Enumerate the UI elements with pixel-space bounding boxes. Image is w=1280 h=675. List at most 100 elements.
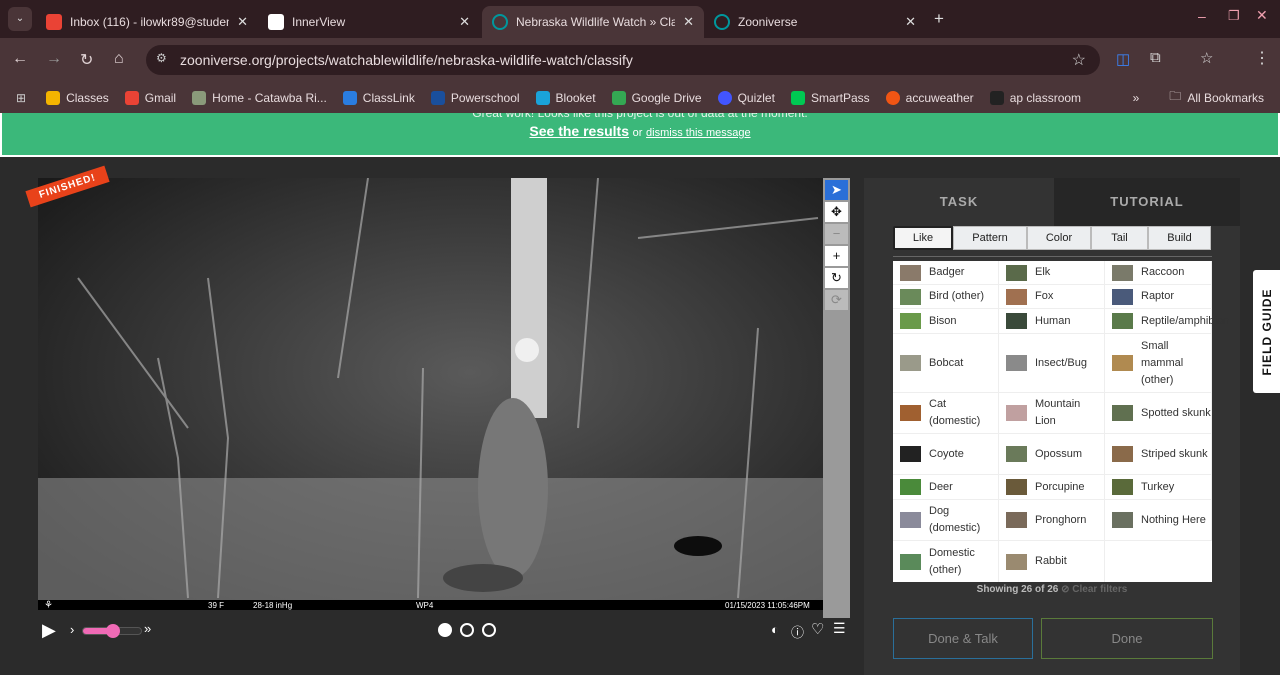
choice-cat-domestic-[interactable]: Cat (domestic): [893, 393, 999, 434]
tab-nebraska-wildlife-watch[interactable]: Nebraska Wildlife Watch » Classify✕: [482, 6, 704, 38]
home-icon[interactable]: ⌂: [114, 50, 124, 68]
pan-tool[interactable]: ✥: [825, 202, 848, 222]
choice-elk[interactable]: Elk: [999, 261, 1105, 285]
field-guide-button[interactable]: FIELD GUIDE: [1253, 270, 1280, 393]
choice-human[interactable]: Human: [999, 309, 1105, 334]
bookmark-accuweather[interactable]: accuweather: [885, 90, 974, 105]
extensions-icon[interactable]: ⧉: [1150, 49, 1161, 66]
bookmark-classes[interactable]: Classes: [46, 90, 109, 105]
all-bookmarks[interactable]: 🗀 All Bookmarks: [1169, 87, 1264, 108]
close-icon[interactable]: ✕: [459, 14, 470, 30]
choice-small-mammal-other-[interactable]: Small mammal (other): [1105, 334, 1212, 393]
species-thumbnail-icon: [1112, 288, 1133, 305]
choice-turkey[interactable]: Turkey: [1105, 475, 1212, 500]
play-button[interactable]: ▶: [42, 620, 56, 641]
bookmark-powerschool[interactable]: Powerschool: [430, 90, 520, 105]
done-and-talk-button[interactable]: Done & Talk: [893, 618, 1033, 659]
choice-pronghorn[interactable]: Pronghorn: [999, 500, 1105, 541]
choice-opossum[interactable]: Opossum: [999, 434, 1105, 475]
minimize-button[interactable]: –: [1198, 8, 1206, 24]
new-tab-button[interactable]: +: [934, 9, 944, 29]
frame-dot-3[interactable]: [482, 623, 496, 637]
choice-deer[interactable]: Deer: [893, 475, 999, 500]
see-results-link[interactable]: See the results: [529, 123, 629, 139]
bookmark-quizlet[interactable]: Quizlet: [717, 90, 775, 105]
choice-rabbit[interactable]: Rabbit: [999, 541, 1105, 582]
filter-pattern[interactable]: Pattern: [953, 226, 1027, 250]
filter-tail[interactable]: Tail: [1091, 226, 1148, 250]
faster-icon: »: [144, 621, 152, 636]
tab-tutorial[interactable]: TUTORIAL: [1054, 178, 1240, 226]
back-icon[interactable]: ←: [12, 50, 28, 68]
bookmarks-icon[interactable]: ☆: [1200, 49, 1213, 67]
address-bar[interactable]: ⚙ zooniverse.org/projects/watchablewildl…: [146, 45, 1100, 75]
tab-zooniverse[interactable]: Zooniverse ✕: [704, 6, 926, 38]
choice-raccoon[interactable]: Raccoon: [1105, 261, 1212, 285]
restore-button[interactable]: ❐: [1228, 8, 1240, 24]
bookmark-ap-classroom[interactable]: ap classroom: [989, 90, 1081, 105]
pointer-tool[interactable]: ➤: [825, 180, 848, 200]
filter-build[interactable]: Build: [1148, 226, 1211, 250]
speed-slider[interactable]: [82, 624, 142, 638]
choice-porcupine[interactable]: Porcupine: [999, 475, 1105, 500]
zoom-in-button[interactable]: +: [825, 246, 848, 266]
choice-bobcat[interactable]: Bobcat: [893, 334, 999, 393]
close-icon[interactable]: ✕: [237, 14, 248, 30]
filter-like[interactable]: Like: [893, 226, 953, 250]
close-window-button[interactable]: ✕: [1256, 7, 1268, 24]
tab-strip: ⌄ Inbox (116) - ilowkr89@student ✕ InnerV…: [0, 0, 1280, 38]
close-icon[interactable]: ✕: [905, 14, 916, 30]
more-bookmarks-icon[interactable]: »: [1133, 91, 1140, 105]
tab-innerview[interactable]: InnerView ✕: [258, 6, 480, 38]
choice-spotted-skunk[interactable]: Spotted skunk: [1105, 393, 1212, 434]
choice-striped-skunk[interactable]: Striped skunk: [1105, 434, 1212, 475]
reset-button[interactable]: ⟳: [825, 290, 848, 310]
frame-dot-2[interactable]: [460, 623, 474, 637]
invert-icon[interactable]: ◐: [771, 622, 779, 637]
bookmark-blooket[interactable]: Blooket: [535, 90, 596, 105]
choice-fox[interactable]: Fox: [999, 285, 1105, 309]
site-info-icon[interactable]: ⚙: [156, 51, 167, 65]
choice-bison[interactable]: Bison: [893, 309, 999, 334]
menu-icon[interactable]: ⋮: [1254, 48, 1270, 68]
bookmark-smartpass[interactable]: SmartPass: [790, 90, 870, 105]
collections-icon[interactable]: ☰: [833, 620, 846, 637]
choice-badger[interactable]: Badger: [893, 261, 999, 285]
frame-dot-1[interactable]: [438, 623, 452, 637]
choice-dog-domestic-[interactable]: Dog (domestic): [893, 500, 999, 541]
tab-task[interactable]: TASK: [864, 178, 1054, 226]
tab-gmail[interactable]: Inbox (116) - ilowkr89@student ✕: [36, 6, 258, 38]
clear-filters-button[interactable]: ⊘ Clear filters: [1061, 584, 1127, 595]
tab-search-button[interactable]: ⌄: [8, 7, 32, 31]
forward-icon[interactable]: →: [46, 50, 62, 68]
smartpass-icon: [790, 90, 805, 105]
overlay-pressure: 28-18 inHg: [253, 601, 292, 610]
reload-icon[interactable]: ↻: [80, 50, 93, 70]
favorite-icon[interactable]: ♡: [811, 620, 824, 638]
reader-icon[interactable]: ◫: [1116, 50, 1130, 68]
filter-color[interactable]: Color: [1027, 226, 1091, 250]
choice-reptile-amphibian[interactable]: Reptile/amphibian: [1105, 309, 1229, 334]
close-icon[interactable]: ✕: [683, 14, 694, 30]
apps-icon[interactable]: ⊞: [16, 91, 26, 105]
bookmark-catawba[interactable]: Home - Catawba Ri...: [192, 90, 327, 105]
bookmark-gmail[interactable]: Gmail: [124, 90, 176, 105]
choice-coyote[interactable]: Coyote: [893, 434, 999, 475]
choice-domestic-other-[interactable]: Domestic (other): [893, 541, 999, 582]
choice-nothing-here[interactable]: Nothing Here: [1105, 500, 1212, 541]
subject-image[interactable]: ⚘ 39 F 28-18 inHg WP4 01/15/2023 11:05:4…: [38, 178, 823, 610]
rotate-button[interactable]: ↻: [825, 268, 848, 288]
choice-insect-bug[interactable]: Insect/Bug: [999, 334, 1105, 393]
speed-slider-handle[interactable]: [106, 624, 120, 638]
bookmark-google-drive[interactable]: Google Drive: [611, 90, 702, 105]
accuweather-icon: [885, 90, 900, 105]
info-icon[interactable]: ⓘ: [791, 622, 804, 641]
dismiss-link[interactable]: dismiss this message: [646, 127, 751, 139]
zoom-out-button[interactable]: −: [825, 224, 848, 244]
choice-raptor[interactable]: Raptor: [1105, 285, 1212, 309]
bookmark-star-icon[interactable]: ☆: [1072, 50, 1086, 70]
choice-mountain-lion[interactable]: Mountain Lion: [999, 393, 1105, 434]
done-button[interactable]: Done: [1041, 618, 1213, 659]
choice-bird-other-[interactable]: Bird (other): [893, 285, 999, 309]
bookmark-classlink[interactable]: ClassLink: [342, 90, 415, 105]
